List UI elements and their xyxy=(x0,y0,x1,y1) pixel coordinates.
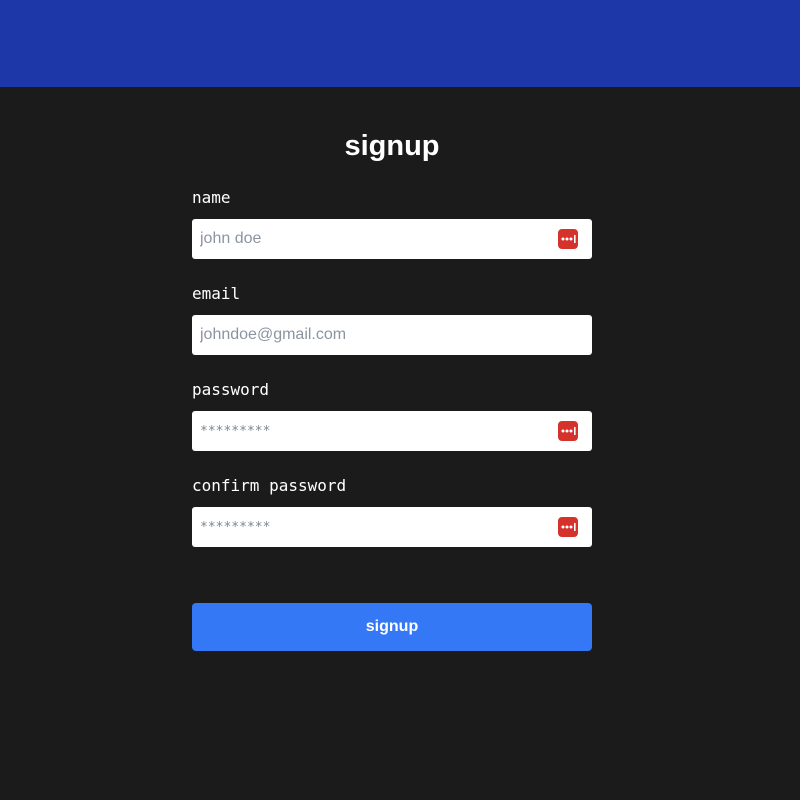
confirm-password-input[interactable] xyxy=(192,507,592,547)
password-field-container xyxy=(192,411,592,451)
password-label: password xyxy=(192,380,270,399)
password-manager-icon[interactable] xyxy=(558,517,578,537)
page-title: signup xyxy=(344,130,440,162)
name-label: name xyxy=(192,188,231,207)
password-input[interactable] xyxy=(192,411,592,451)
email-label: email xyxy=(192,284,241,303)
signup-button[interactable]: signup xyxy=(192,603,592,651)
name-input[interactable] xyxy=(192,219,592,259)
name-field-container xyxy=(192,219,592,259)
confirm-password-field-container xyxy=(192,507,592,547)
confirm-password-label: confirm password xyxy=(192,476,347,495)
top-banner xyxy=(0,0,800,87)
password-manager-icon[interactable] xyxy=(558,421,578,441)
email-input[interactable] xyxy=(192,315,592,355)
email-field-container xyxy=(192,315,592,355)
password-manager-icon[interactable] xyxy=(558,229,578,249)
